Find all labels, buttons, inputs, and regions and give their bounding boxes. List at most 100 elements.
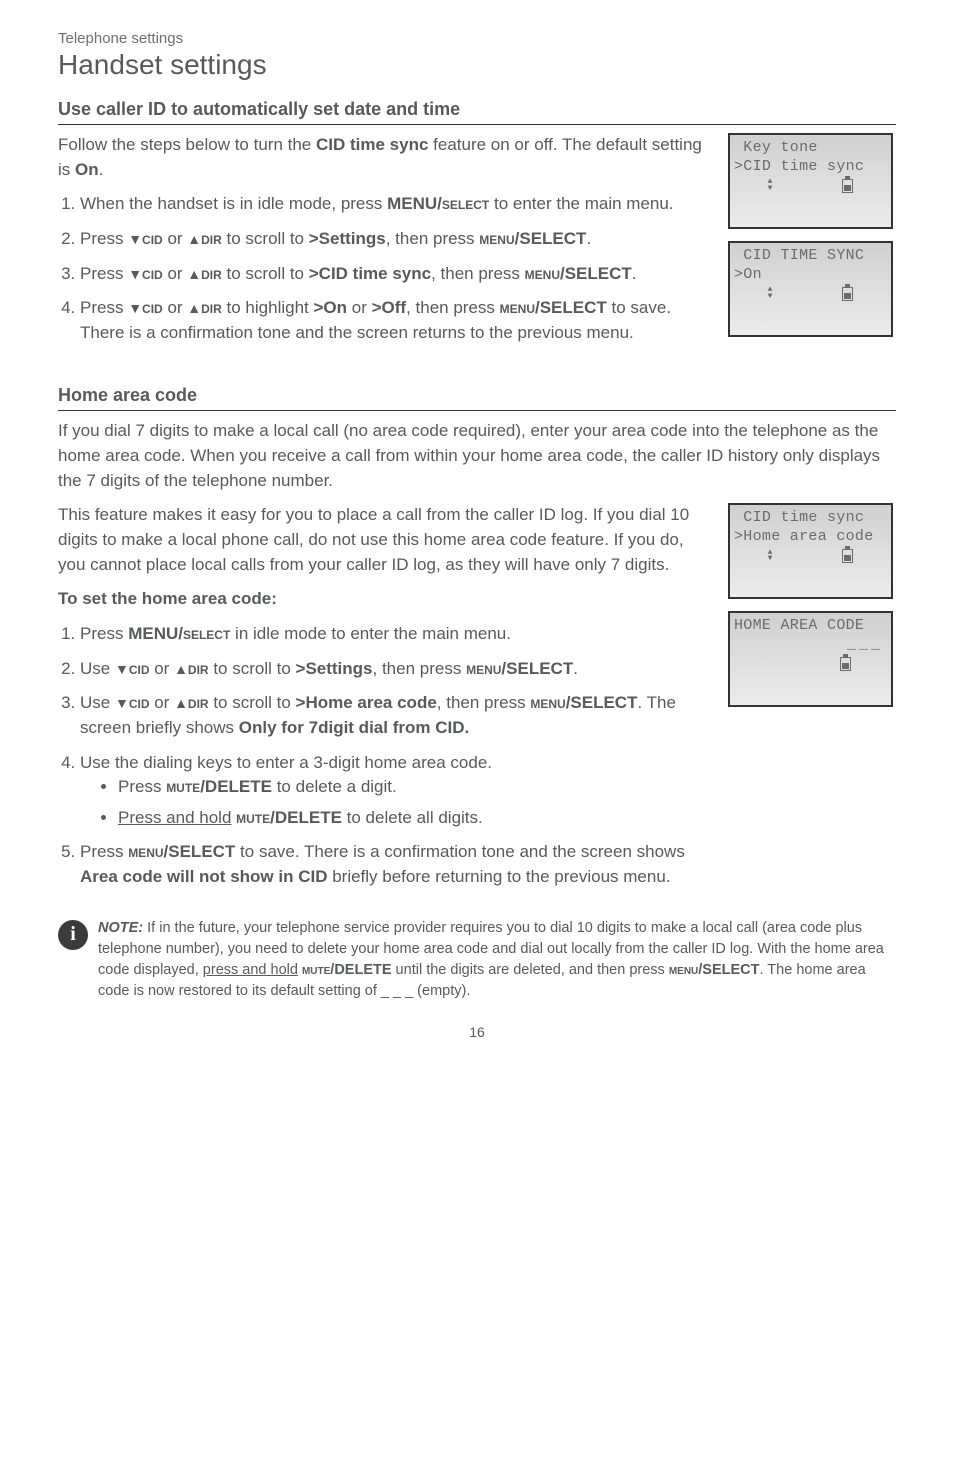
t: mute/DELETE (236, 808, 342, 827)
lcd-screen-keytone: Key tone >CID time sync (728, 133, 893, 229)
t: in idle mode to enter the main menu. (230, 624, 511, 643)
t: MENU/select (128, 624, 230, 643)
triangle-down-icon (128, 229, 142, 248)
hac-step-5: Press menu/SELECT to save. There is a co… (80, 840, 712, 889)
subhead-home-area-code: Home area code (58, 385, 896, 406)
t: to delete a digit. (272, 777, 397, 796)
t: to delete all digits. (342, 808, 483, 827)
t: >Settings (309, 229, 386, 248)
t: Use the dialing keys to enter a 3-digit … (80, 753, 492, 772)
t: cid (129, 693, 150, 712)
t: to scroll to (209, 693, 296, 712)
t: >Settings (296, 659, 373, 678)
rule (58, 410, 896, 411)
lcd-line: >Home area code (734, 528, 887, 547)
page-number: 16 (58, 1024, 896, 1040)
updown-icon (768, 550, 773, 563)
lcd-screen-hac-entry: HOME AREA CODE ___ (728, 611, 893, 707)
t: CID time sync (316, 135, 428, 154)
note-lead: NOTE: (98, 920, 143, 936)
hac-step-3: Use cid or dir to scroll to >Home area c… (80, 691, 712, 740)
bullet: Press mute/DELETE to delete a digit. (118, 775, 712, 800)
updown-icon (768, 179, 773, 192)
t: >On (314, 298, 348, 317)
t: or (150, 659, 175, 678)
lcd-screen-cidsync: CID TIME SYNC >On (728, 241, 893, 337)
lcd-line: Key tone (734, 139, 887, 158)
t: , then press (437, 693, 531, 712)
lcd-line: CID time sync (734, 509, 887, 528)
t: or (163, 229, 188, 248)
triangle-down-icon (115, 693, 129, 712)
t: until the digits are deleted, and then p… (392, 962, 669, 978)
lcd-line: HOME AREA CODE (734, 617, 887, 636)
lcd-line: >On (734, 266, 887, 285)
t: briefly before returning to the previous… (327, 867, 670, 886)
t: Press (80, 624, 128, 643)
steps-hac: Press MENU/select in idle mode to enter … (58, 622, 712, 890)
battery-icon (842, 549, 853, 563)
triangle-up-icon (174, 693, 188, 712)
t: >Home area code (296, 693, 437, 712)
t: to enter the main menu. (489, 194, 673, 213)
rule (58, 124, 896, 125)
info-icon: i (58, 920, 88, 950)
t: , then press (386, 229, 480, 248)
t: Press (118, 777, 166, 796)
t: or (163, 298, 188, 317)
steps-cid-sync: When the handset is in idle mode, press … (58, 192, 712, 345)
t: or (150, 693, 175, 712)
t: press and hold (203, 962, 298, 978)
triangle-up-icon (187, 229, 201, 248)
t: >Off (372, 298, 406, 317)
lcd-line: >CID time sync (734, 158, 887, 177)
t: to save. There is a confirmation tone an… (235, 842, 685, 861)
t: , then press (373, 659, 467, 678)
t: . (586, 229, 591, 248)
t: Press (80, 264, 128, 283)
t: dir (188, 693, 209, 712)
t: menu/SELECT (500, 298, 607, 317)
t: When the handset is in idle mode, press (80, 194, 387, 213)
t: dir (188, 659, 209, 678)
note-block: i NOTE: If in the future, your telephone… (58, 918, 896, 1002)
battery-icon (842, 179, 853, 193)
t: to scroll to (222, 229, 309, 248)
note-text: NOTE: If in the future, your telephone s… (96, 918, 896, 1002)
bullet: Press and hold mute/DELETE to delete all… (118, 806, 712, 831)
hac-step-2: Use cid or dir to scroll to >Settings, t… (80, 657, 712, 682)
t: dir (201, 298, 222, 317)
t: Area code will not show in CID (80, 867, 327, 886)
triangle-up-icon (187, 264, 201, 283)
t: On (75, 160, 99, 179)
t: Press and hold (118, 808, 231, 827)
triangle-up-icon (174, 659, 188, 678)
t: menu/SELECT (530, 693, 637, 712)
t: . (99, 160, 104, 179)
t: menu/SELECT (128, 842, 235, 861)
t: to scroll to (209, 659, 296, 678)
t: menu/SELECT (525, 264, 632, 283)
t: MENU/select (387, 194, 489, 213)
step-2: Press cid or dir to scroll to >Settings,… (80, 227, 712, 252)
t: Press (80, 298, 128, 317)
lcd-screen-hac-menu: CID time sync >Home area code (728, 503, 893, 599)
subhead-cid-sync: Use caller ID to automatically set date … (58, 99, 896, 120)
triangle-up-icon (187, 298, 201, 317)
t: cid (142, 298, 163, 317)
t: , then press (406, 298, 500, 317)
updown-icon (768, 287, 773, 300)
hac-step-1: Press MENU/select in idle mode to enter … (80, 622, 712, 647)
t: , then press (431, 264, 525, 283)
t: >CID time sync (309, 264, 431, 283)
t: mute/DELETE (302, 962, 392, 978)
battery-icon (840, 657, 851, 671)
t: Use (80, 693, 115, 712)
section-title: Handset settings (58, 49, 896, 81)
t: menu/SELECT (479, 229, 586, 248)
t: cid (129, 659, 150, 678)
step-3: Press cid or dir to scroll to >CID time … (80, 262, 712, 287)
t: Only for 7digit dial from CID. (239, 718, 469, 737)
t: dir (201, 264, 222, 283)
t: or (347, 298, 372, 317)
